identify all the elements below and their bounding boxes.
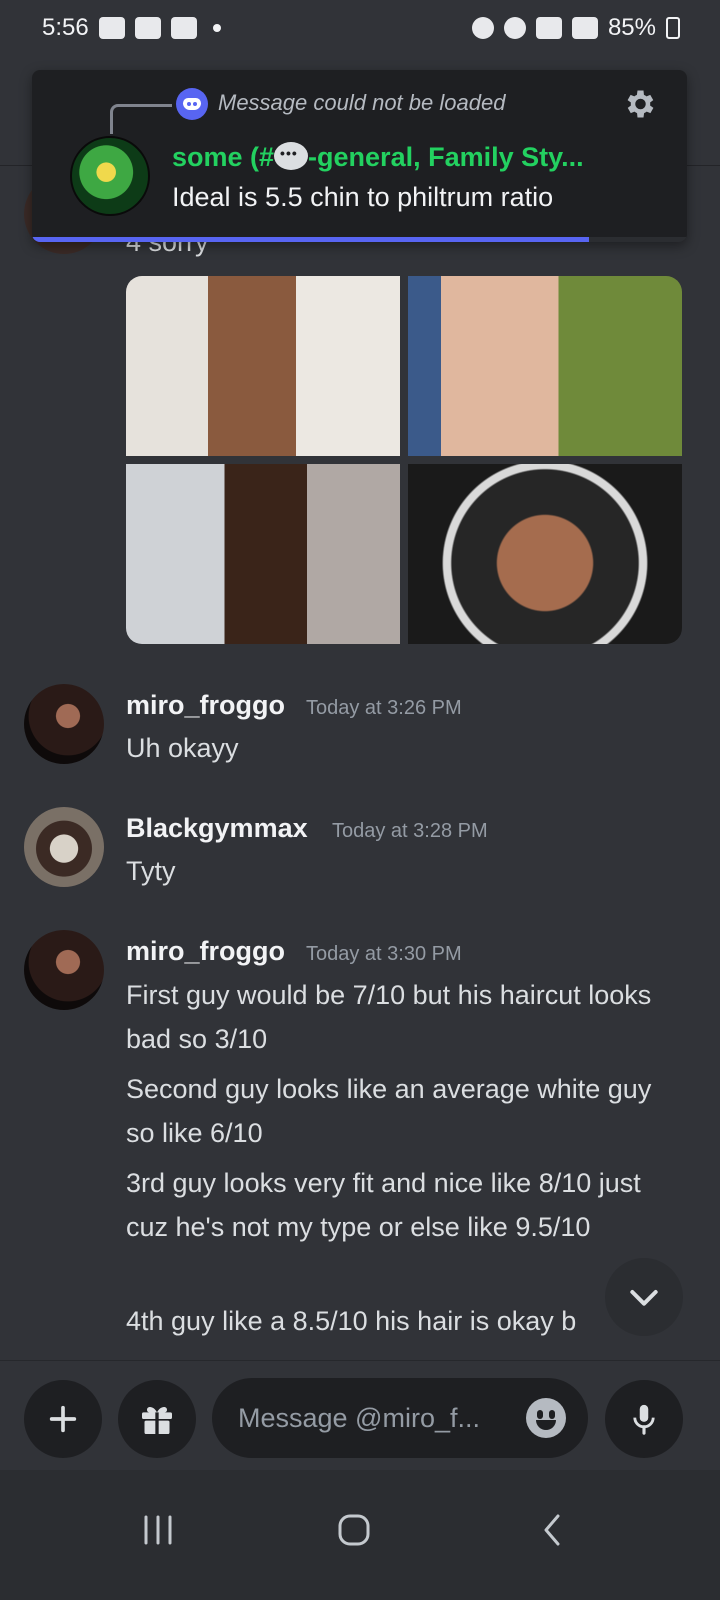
message-input-placeholder: Message @miro_f...	[238, 1402, 480, 1433]
microphone-icon	[633, 1404, 655, 1435]
message-timestamp: Today at 3:30 PM	[306, 943, 462, 965]
voice-message-button[interactable]	[605, 1380, 683, 1458]
gallery-image-1[interactable]	[126, 276, 400, 456]
reply-status: Message could not be loaded	[218, 90, 506, 115]
back-button[interactable]	[512, 1500, 592, 1560]
notification-progress-fill	[32, 237, 589, 242]
gallery-image-3[interactable]	[126, 464, 400, 644]
status-bar: 5:56 85%	[0, 0, 720, 56]
message-author[interactable]: miro_froggo	[126, 690, 285, 721]
add-attachment-button[interactable]	[24, 1380, 102, 1458]
notification-body: Ideal is 5.5 chin to philtrum ratio	[172, 182, 554, 212]
plus-icon	[49, 1405, 77, 1433]
wifi-icon	[535, 17, 562, 39]
recents-icon	[144, 1515, 172, 1545]
back-icon	[544, 1514, 560, 1546]
gallery-image-4[interactable]	[408, 464, 682, 644]
image-gallery	[126, 276, 682, 644]
avatar[interactable]	[24, 807, 104, 887]
avatar[interactable]	[24, 684, 104, 764]
alarm-icon	[471, 17, 494, 39]
message-text: Tyty	[126, 856, 176, 886]
message-text: 3rd guy looks very fit and nice like 8/1…	[126, 1168, 641, 1242]
status-time: 5:56	[42, 14, 89, 41]
youtube-icon	[170, 17, 197, 39]
notification-title: some (#-general, Family Sty...	[172, 142, 584, 173]
message-input[interactable]: Message @miro_f...	[212, 1378, 588, 1458]
message-text: 4th guy like a 8.5/10 his hair is okay b	[126, 1306, 577, 1336]
notification-progress	[32, 237, 687, 242]
message-text: Second guy looks like an average white g…	[126, 1074, 652, 1148]
message-timestamp: Today at 3:26 PM	[306, 697, 462, 719]
gift-button[interactable]	[118, 1380, 196, 1458]
message-author[interactable]: Blackgymmax	[126, 813, 308, 844]
emoji-icon[interactable]	[526, 1398, 566, 1438]
reply-connector	[110, 104, 172, 134]
battery-icon	[666, 17, 680, 39]
avatar[interactable]	[24, 930, 104, 1010]
battery-percent: 85%	[607, 14, 656, 41]
notification-banner[interactable]: Message could not be loaded some (#-gene…	[32, 70, 687, 242]
server-icon	[70, 136, 150, 216]
game-controller-icon	[98, 17, 125, 39]
message-author[interactable]: miro_froggo	[126, 936, 285, 967]
gallery-image-2[interactable]	[408, 276, 682, 456]
more-notifications-dot-icon	[212, 24, 221, 32]
gear-icon[interactable]	[621, 86, 657, 122]
signal-icon	[571, 17, 598, 39]
gallery-icon	[134, 17, 161, 39]
gift-icon	[142, 1406, 172, 1434]
mute-icon	[503, 17, 526, 39]
system-navigation-bar	[0, 1470, 720, 1600]
home-icon	[338, 1514, 370, 1546]
scroll-to-bottom-button[interactable]	[605, 1258, 683, 1336]
home-button[interactable]	[314, 1500, 394, 1560]
recents-button[interactable]	[118, 1500, 198, 1560]
message-text: First guy would be 7/10 but his haircut …	[126, 980, 652, 1054]
message-text: Uh okayy	[126, 733, 239, 763]
message-timestamp: Today at 3:28 PM	[332, 820, 488, 842]
chevron-down-icon	[630, 1290, 658, 1306]
speech-bubble-icon	[274, 142, 309, 170]
discord-logo-icon	[176, 88, 208, 120]
